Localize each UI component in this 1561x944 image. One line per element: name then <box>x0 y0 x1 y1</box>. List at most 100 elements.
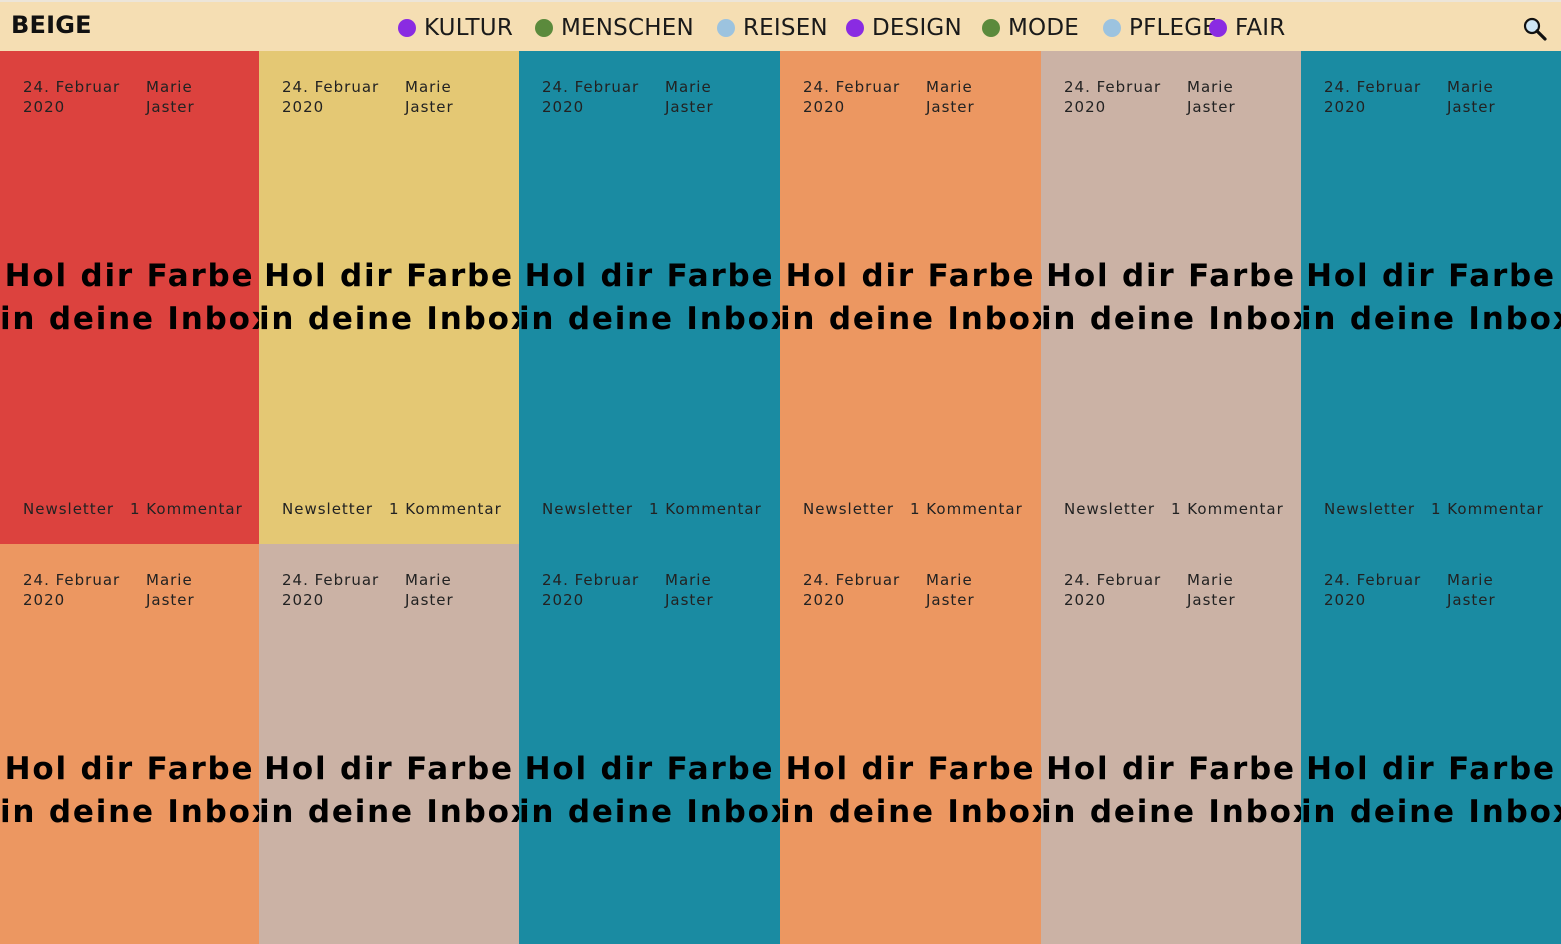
nav-item-label: MODE <box>1008 15 1079 41</box>
post-title[interactable]: Hol dir Farbe in deine Inbox <box>1041 255 1301 341</box>
post-date: 24. Februar 2020 <box>282 570 382 610</box>
post-title-line: Hol dir Farbe <box>1046 258 1296 294</box>
post-tile[interactable]: 24. Februar 2020 Marie Jaster Hol dir Farbe i… <box>0 51 259 544</box>
post-title[interactable]: Hol dir Farbe in deine Inbox <box>1041 748 1301 834</box>
post-comments-link[interactable]: 1 Kommentar <box>389 500 502 518</box>
nav-item-label: KULTUR <box>424 15 514 41</box>
post-category[interactable]: Newsletter <box>1324 500 1415 518</box>
post-date: 24. Februar 2020 <box>1064 570 1164 610</box>
post-title-line: Hol dir Farbe <box>4 751 255 787</box>
post-title-line: Hol dir Farbe <box>264 258 514 294</box>
post-date-line: 24. Februar <box>542 571 640 589</box>
post-title-line: Hol dir Farbe <box>264 751 514 787</box>
post-author-line: Jaster <box>146 98 195 116</box>
post-date-line: 24. Februar <box>1064 78 1162 96</box>
nav-dot-icon <box>1103 19 1121 37</box>
post-date-line: 2020 <box>542 98 585 116</box>
post-tile[interactable]: 24. Februar 2020 Marie Jaster Hol dir Farbe i… <box>519 51 780 544</box>
search-icon[interactable] <box>1522 16 1548 42</box>
post-date-line: 2020 <box>282 591 325 609</box>
post-category[interactable]: Newsletter <box>542 500 633 518</box>
post-author-line: Marie <box>405 78 452 96</box>
post-date-line: 2020 <box>803 98 846 116</box>
post-author[interactable]: Marie Jaster <box>665 570 745 610</box>
post-date: 24. Februar 2020 <box>803 77 903 117</box>
nav-dot-icon <box>717 19 735 37</box>
post-category[interactable]: Newsletter <box>282 500 373 518</box>
post-date-line: 2020 <box>1064 98 1107 116</box>
post-title[interactable]: Hol dir Farbe in deine Inbox <box>0 255 259 341</box>
post-tile[interactable]: 24. Februar 2020 Marie Jaster Hol dir Farbe i… <box>780 51 1041 544</box>
post-author[interactable]: Marie Jaster <box>1187 570 1267 610</box>
post-author[interactable]: Marie Jaster <box>926 570 1006 610</box>
nav-item-mode[interactable]: MODE <box>982 14 1079 42</box>
post-comments-link[interactable]: 1 Kommentar <box>1431 500 1544 518</box>
post-author-line: Marie <box>146 78 193 96</box>
post-tile[interactable]: 24. Februar 2020 Marie Jaster Hol dir Farbe i… <box>0 544 259 944</box>
post-tile[interactable]: 24. Februar 2020 Marie Jaster Hol dir Farbe i… <box>1041 51 1301 544</box>
post-author-line: Marie <box>146 571 193 589</box>
post-category[interactable]: Newsletter <box>1064 500 1155 518</box>
post-date: 24. Februar 2020 <box>23 570 123 610</box>
post-tile[interactable]: 24. Februar 2020 Marie Jaster Hol dir Farbe i… <box>780 544 1041 944</box>
post-title[interactable]: Hol dir Farbe in deine Inbox <box>259 748 519 834</box>
nav-item-menschen[interactable]: MENSCHEN <box>535 14 694 42</box>
post-title-line: Hol dir Farbe <box>785 751 1036 787</box>
post-title-line: in deine Inbox <box>1301 794 1561 830</box>
nav-item-kultur[interactable]: KULTUR <box>398 14 513 42</box>
post-title[interactable]: Hol dir Farbe in deine Inbox <box>0 748 259 834</box>
post-author-line: Marie <box>665 78 712 96</box>
post-title[interactable]: Hol dir Farbe in deine Inbox <box>1301 748 1561 834</box>
post-comments-link[interactable]: 1 Kommentar <box>130 500 243 518</box>
post-tile[interactable]: 24. Februar 2020 Marie Jaster Hol dir Farbe i… <box>519 544 780 944</box>
post-title[interactable]: Hol dir Farbe in deine Inbox <box>519 255 780 341</box>
post-tile[interactable]: 24. Februar 2020 Marie Jaster Hol dir Farbe i… <box>1041 544 1301 944</box>
post-author[interactable]: Marie Jaster <box>1447 570 1527 610</box>
post-title[interactable]: Hol dir Farbe in deine Inbox <box>259 255 519 341</box>
post-date-line: 24. Februar <box>1324 78 1422 96</box>
post-date: 24. Februar 2020 <box>23 77 123 117</box>
post-grid: 24. Februar 2020 Marie Jaster Hol dir Farbe i… <box>0 51 1561 944</box>
post-title-line: in deine Inbox <box>519 794 780 830</box>
post-comments-link[interactable]: 1 Kommentar <box>910 500 1023 518</box>
nav-item-reisen[interactable]: REISEN <box>717 14 828 42</box>
post-title[interactable]: Hol dir Farbe in deine Inbox <box>780 255 1041 341</box>
post-date-line: 2020 <box>1064 591 1107 609</box>
post-tile[interactable]: 24. Februar 2020 Marie Jaster Hol dir Farbe i… <box>259 51 519 544</box>
post-title-line: in deine Inbox <box>780 301 1041 337</box>
post-author[interactable]: Marie Jaster <box>665 77 745 117</box>
post-comments-link[interactable]: 1 Kommentar <box>1171 500 1284 518</box>
post-title[interactable]: Hol dir Farbe in deine Inbox <box>519 748 780 834</box>
post-author-line: Jaster <box>405 98 454 116</box>
post-author-line: Jaster <box>926 591 975 609</box>
post-category[interactable]: Newsletter <box>803 500 894 518</box>
nav-item-fair[interactable]: FAIR <box>1209 14 1285 42</box>
post-author[interactable]: Marie Jaster <box>405 77 485 117</box>
post-date: 24. Februar 2020 <box>1324 570 1424 610</box>
nav-item-design[interactable]: DESIGN <box>846 14 962 42</box>
post-tile[interactable]: 24. Februar 2020 Marie Jaster Hol dir Farbe i… <box>259 544 519 944</box>
post-comments-link[interactable]: 1 Kommentar <box>649 500 762 518</box>
post-title-line: in deine Inbox <box>0 794 259 830</box>
post-author[interactable]: Marie Jaster <box>405 570 485 610</box>
post-author[interactable]: Marie Jaster <box>146 77 226 117</box>
post-author-line: Marie <box>1447 78 1494 96</box>
post-date-line: 24. Februar <box>803 78 901 96</box>
post-author[interactable]: Marie Jaster <box>926 77 1006 117</box>
post-tile[interactable]: 24. Februar 2020 Marie Jaster Hol dir Farbe i… <box>1301 544 1561 944</box>
post-title[interactable]: Hol dir Farbe in deine Inbox <box>780 748 1041 834</box>
post-title[interactable]: Hol dir Farbe in deine Inbox <box>1301 255 1561 341</box>
post-author-line: Marie <box>926 571 973 589</box>
post-title-line: in deine Inbox <box>0 301 259 337</box>
post-category[interactable]: Newsletter <box>23 500 114 518</box>
post-author[interactable]: Marie Jaster <box>1447 77 1527 117</box>
post-date-line: 24. Februar <box>282 571 380 589</box>
post-author[interactable]: Marie Jaster <box>146 570 226 610</box>
site-header: BEIGE KULTUR MENSCHEN REISEN DESIGN MODE… <box>0 0 1561 51</box>
post-date: 24. Februar 2020 <box>1324 77 1424 117</box>
post-title-line: in deine Inbox <box>1041 794 1301 830</box>
post-tile[interactable]: 24. Februar 2020 Marie Jaster Hol dir Farbe i… <box>1301 51 1561 544</box>
nav-item-label: MENSCHEN <box>561 15 694 41</box>
post-author[interactable]: Marie Jaster <box>1187 77 1267 117</box>
nav-item-pflege[interactable]: PFLEGE <box>1103 14 1217 42</box>
